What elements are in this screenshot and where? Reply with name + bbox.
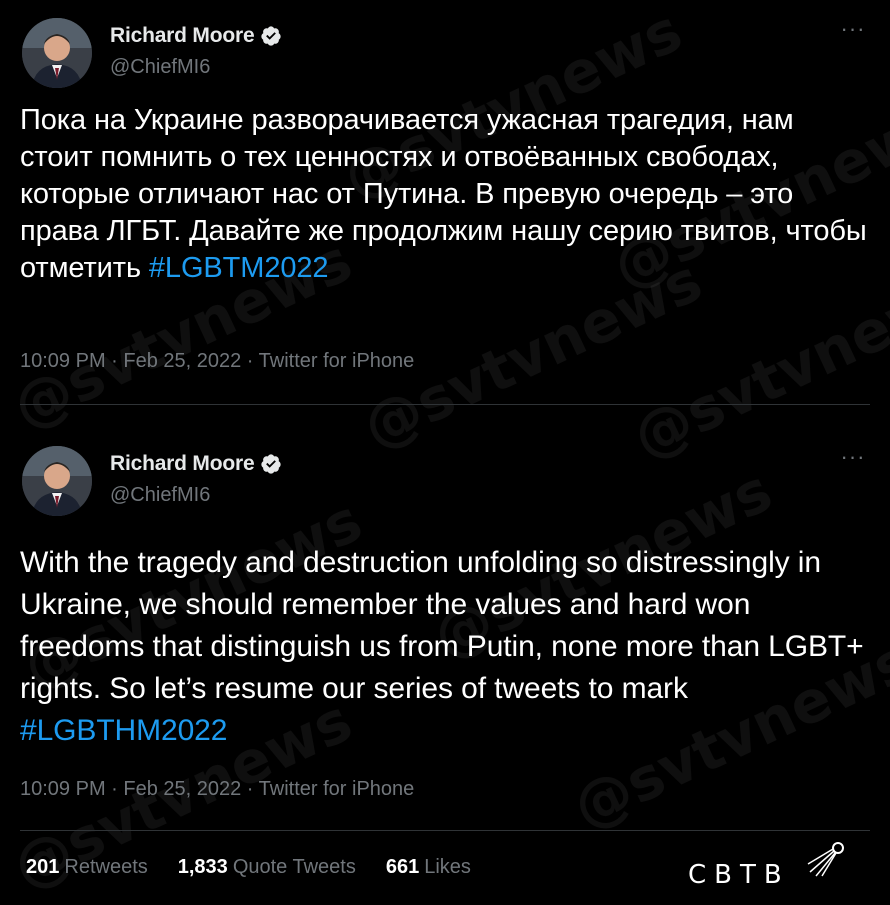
quote-tweets-label: Quote Tweets [232,856,356,878]
svtv-logo: СВТВ [688,838,868,890]
quote-tweets-count: 1,833 [177,856,228,878]
tweet-meta[interactable]: 10:09 PM · Feb 25, 2022 · Twitter for iP… [20,350,414,373]
divider [20,404,870,405]
verified-badge-icon [261,26,282,46]
retweets-count: 201 [26,856,60,878]
author-handle[interactable]: @ChiefMI6 [110,56,210,79]
author-handle[interactable]: @ChiefMI6 [110,484,210,507]
engagement-stats: 201 Retweets 1,833 Quote Tweets 661 Likes [26,856,471,879]
tweet-text-content: Пока на Украине разворачивается ужасная … [20,104,867,284]
avatar-portrait [22,18,92,88]
avatar[interactable] [22,18,92,88]
author-name-row[interactable]: Richard Moore [110,452,282,476]
hashtag-link[interactable]: #LGBTHM2022 [20,714,227,747]
verified-badge-icon [261,454,282,474]
quote-tweets-stat[interactable]: 1,833 Quote Tweets [178,856,356,879]
likes-count: 661 [385,856,420,878]
avatar-portrait [22,446,92,516]
hashtag-link[interactable]: #LGBTM2022 [149,252,329,284]
avatar[interactable] [22,446,92,516]
author-name[interactable]: Richard Moore [110,24,255,48]
tweet-header: Richard Moore @ChiefMI6 ··· [22,18,870,90]
retweets-stat[interactable]: 201 Retweets [26,856,148,879]
logo-text: СВТВ [688,860,790,890]
likes-stat[interactable]: 661 Likes [386,856,471,879]
divider [20,830,870,831]
author-name[interactable]: Richard Moore [110,452,255,476]
more-options-icon[interactable]: ··· [838,446,868,472]
watermark: @svtvnews [622,256,890,472]
tweet-header: Richard Moore @ChiefMI6 ··· [22,446,870,518]
logo-sputnik-icon [807,842,844,877]
tweet-text-content: With the tragedy and destruction unfoldi… [20,546,864,705]
tweet-text: With the tragedy and destruction unfoldi… [20,542,870,752]
tweet-thread-screenshot: @svtvnews @svtvnews @svtvnews @svtvnews … [0,0,890,905]
retweets-label: Retweets [64,856,148,878]
likes-label: Likes [424,856,471,878]
author-name-row[interactable]: Richard Moore [110,24,282,48]
tweet-meta[interactable]: 10:09 PM · Feb 25, 2022 · Twitter for iP… [20,778,414,801]
more-options-icon[interactable]: ··· [838,18,868,44]
tweet-text: Пока на Украине разворачивается ужасная … [20,102,870,287]
